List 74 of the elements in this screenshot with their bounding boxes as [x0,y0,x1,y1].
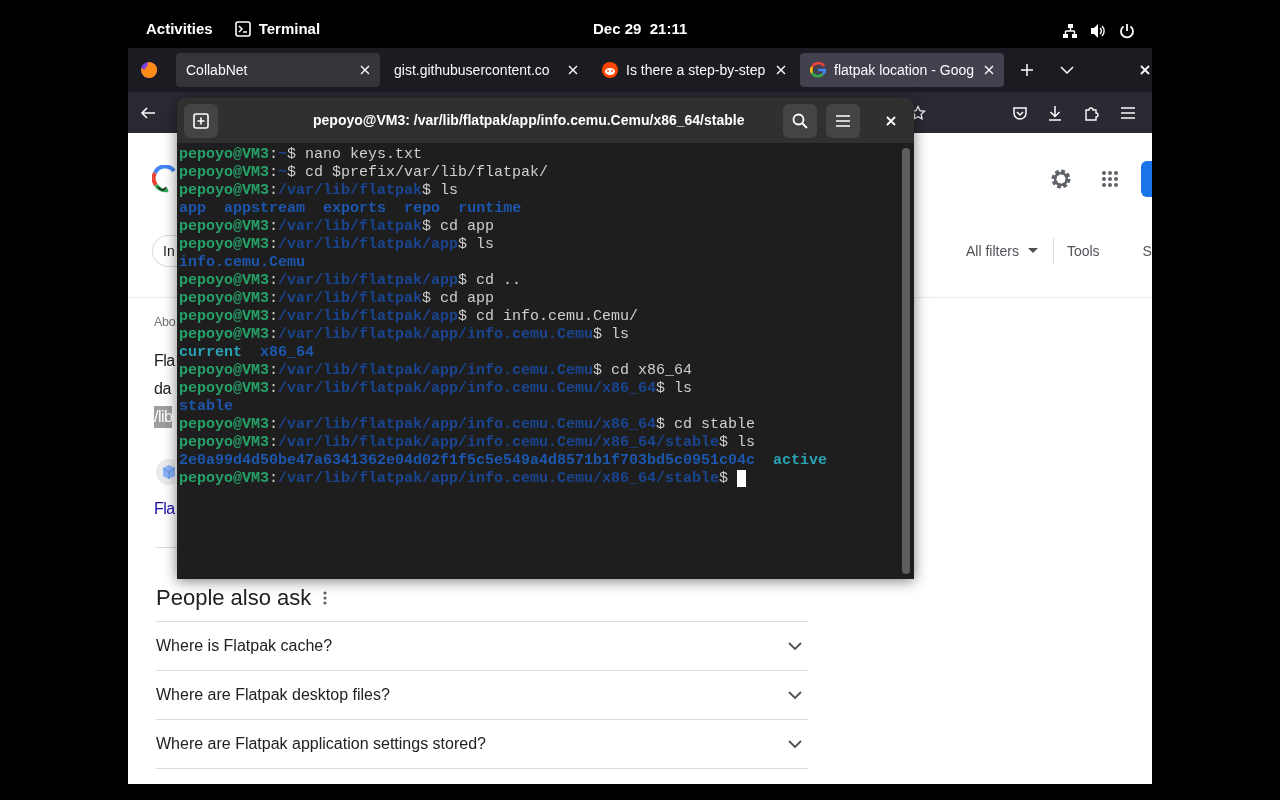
terminal-line: pepoyo@VM3:~$ cd $prefix/var/lib/flatpak/ [179,164,549,182]
terminal-line: pepoyo@VM3:/var/lib/flatpak/app/info.cemu.Cemu$ cd x86_64 [179,362,693,380]
question-text[interactable]: Where are Flatpak desktop files? [156,683,390,707]
terminal-line: pepoyo@VM3:/var/lib/flatpak/app$ ls [179,236,495,254]
apps-grid-icon[interactable] [1101,170,1119,188]
terminal-line: pepoyo@VM3:/var/lib/flatpak$ ls [179,182,459,200]
terminal-output: current x86_64 [179,344,315,362]
menu-icon[interactable] [1120,105,1136,120]
activities-button[interactable]: Activities [146,17,213,40]
terminal-output: stable [179,398,233,416]
back-icon[interactable] [140,104,156,121]
terminal-line: pepoyo@VM3:/var/lib/flatpak/app$ cd info.cemu.Cemu/ [179,308,639,326]
plus-icon [193,112,209,129]
about-text: Abo [154,314,176,331]
google-icon [810,62,826,78]
result-title[interactable]: da [154,375,171,403]
section-heading: People also ask [156,584,312,612]
browser-tab[interactable]: gist.githubusercontent.co [384,53,588,87]
volume-icon[interactable] [1090,23,1107,39]
close-icon[interactable] [984,65,994,75]
result-title[interactable]: Fla [154,347,175,375]
tab-link[interactable]: S [1142,240,1152,262]
reddit-icon [602,62,618,78]
download-icon[interactable] [1047,104,1063,121]
result-link[interactable]: Fla [154,495,175,523]
terminal-line: pepoyo@VM3:/var/lib/flatpak/app/info.cemu.Cemu/x86_64$ ls [179,380,693,398]
terminal-line: pepoyo@VM3:/var/lib/flatpak/app/info.cemu.Cemu/x86_64/stable$ [179,470,729,488]
app-menu[interactable]: Terminal [258,17,321,40]
tools-link[interactable]: Tools [1066,240,1100,262]
close-icon[interactable] [360,65,370,75]
puzzle-icon[interactable] [1084,104,1100,121]
pocket-icon[interactable] [1012,104,1028,121]
terminal-line: pepoyo@VM3:/var/lib/flatpak$ cd app [179,218,495,236]
new-tab-button[interactable] [184,103,218,138]
browser-tab[interactable]: flatpak location - Goog [800,53,1004,87]
terminal-output: info.cemu.Cemu [179,254,306,272]
power-icon[interactable] [1119,23,1135,39]
terminal-output: 2e0a99d4d50be47a6341362e04d02f1f5c5e549a4d8571b1f703bd5c0951c04c active [179,452,828,470]
close-icon[interactable] [886,115,896,126]
terminal-line: pepoyo@VM3:~$ nano keys.txt [179,146,423,164]
close-icon[interactable] [776,65,786,75]
chevron-icon[interactable] [788,690,802,700]
browser-tab[interactable]: Is there a step-by-step [592,53,796,87]
menu-button[interactable] [826,103,860,138]
terminal-line: pepoyo@VM3:/var/lib/flatpak/app/info.cemu.Cemu$ ls [179,326,630,344]
window-title: pepoyo@VM3: /var/lib/flatpak/app/info.cemu.Cemu/x86_64/stable [313,111,745,130]
search-icon [792,112,808,129]
terminal-line: pepoyo@VM3:/var/lib/flatpak/app$ cd .. [179,272,522,290]
menu-icon [835,113,851,128]
all-filters-dropdown[interactable]: All filters [966,240,1019,262]
caret-icon [1027,248,1038,254]
clock[interactable]: Dec 29 21:11 [593,19,688,37]
scrollbar[interactable] [902,148,910,574]
highlighted-text: /lib [154,406,173,428]
terminal-line: pepoyo@VM3:/var/lib/flatpak/app/info.cemu.Cemu/x86_64$ cd stable [179,416,756,434]
terminal-icon [234,20,251,37]
terminal-line: pepoyo@VM3:/var/lib/flatpak/app/info.cemu.Cemu/x86_64/stable$ ls [179,434,756,452]
firefox-logo-icon[interactable] [140,61,158,79]
settings-icon[interactable] [1049,167,1073,191]
question-text[interactable]: Where are Flatpak application settings stored? [156,732,486,756]
browser-tab[interactable]: CollabNet [176,53,380,87]
logo-icon[interactable] [152,165,178,193]
chevron-icon[interactable] [788,739,802,749]
terminal-output: app appstream exports repo runtime [179,200,522,218]
chevron-icon[interactable] [788,641,802,651]
terminal-line: pepoyo@VM3:/var/lib/flatpak$ cd app [179,290,495,308]
network-icon[interactable] [1062,23,1078,39]
list-tabs-icon[interactable] [1060,66,1074,74]
search-button[interactable] [783,103,817,138]
question-text[interactable]: Where is Flatpak cache? [156,634,333,658]
new-tab-icon[interactable] [1020,63,1034,77]
close-icon[interactable] [568,65,578,75]
close-icon[interactable] [1140,65,1150,75]
more-options-icon[interactable] [323,591,328,605]
